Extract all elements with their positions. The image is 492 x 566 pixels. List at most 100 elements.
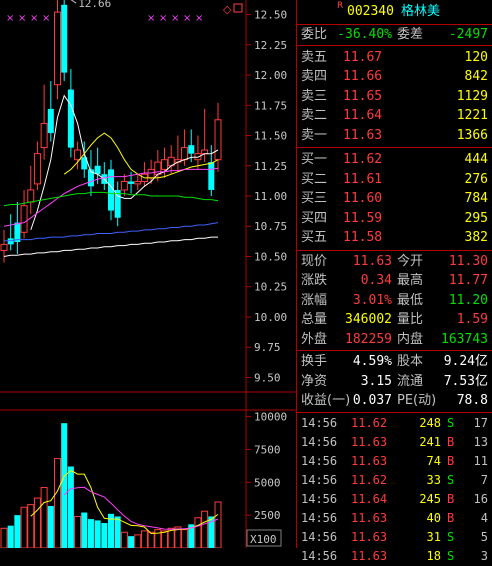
ask-row[interactable]: 卖五 11.67 120 (297, 48, 492, 68)
ask-row[interactable]: 卖一 11.63 1366 (297, 126, 492, 146)
bid-label: 买五 (301, 230, 328, 245)
fund-value: 7.53亿 (443, 373, 488, 389)
bid-row[interactable]: 买三 11.60 784 (297, 189, 492, 209)
fund-value: 0.037 (352, 393, 392, 408)
candle-body (201, 149, 209, 155)
fund-value: 9.24亿 (443, 354, 488, 369)
volume-tick-label: 10000 (254, 411, 287, 424)
square-icon (233, 3, 243, 13)
volume-bar (140, 530, 148, 548)
cross-marker: × (18, 13, 26, 24)
price-tick-label: 11.50 (254, 130, 287, 143)
stat-label: 最高 (397, 273, 424, 288)
ask-book: 卖五 11.67 120 卖四 11.66 842 卖三 11.65 1129 卖二 11.6… (297, 46, 492, 148)
ask-price: 11.63 (343, 127, 383, 143)
cross-marker: × (159, 13, 167, 24)
volume-bar (33, 497, 41, 548)
stat-value: 11.30 (448, 253, 488, 269)
ask-price: 11.66 (343, 69, 383, 84)
bid-label: 买三 (301, 191, 328, 206)
ask-row[interactable]: 卖三 11.65 1129 (297, 87, 492, 107)
bid-price: 11.59 (343, 210, 383, 226)
candle-body (181, 147, 189, 161)
tick-row[interactable]: 14:56 11.63 18 S 3 (297, 547, 492, 566)
tick-side: B (447, 491, 455, 506)
bid-label: 买四 (301, 210, 328, 226)
bid-row[interactable]: 买五 11.58 382 (297, 228, 492, 248)
ask-row[interactable]: 卖二 11.64 1221 (297, 106, 492, 126)
order-ratio-row: 委比 -36.40% 委差 -2497 (297, 25, 492, 46)
kline-chart[interactable]: 12.50 12.25 12.00 11.75 11.50 11.25 11.00 10.75… (0, 0, 296, 548)
stat-label: 今开 (397, 253, 424, 269)
cross-marker: × (42, 13, 50, 24)
candle-body (40, 122, 48, 149)
tick-volume: 40 (426, 510, 441, 525)
price-tick-label: 12.25 (254, 39, 287, 52)
volume-bar (47, 505, 54, 548)
bid-row[interactable]: 买四 11.59 295 (297, 209, 492, 229)
stat-value: 182259 (345, 331, 392, 347)
cross-marker: × (147, 13, 155, 24)
tick-price: 11.63 (351, 510, 388, 525)
tick-row[interactable]: 14:56 11.64 245 B 16 (297, 490, 492, 509)
volume-bar (20, 506, 28, 548)
stat-row: 涨幅 3.01% 最低 11.20 (297, 291, 492, 311)
tick-row[interactable]: 14:56 11.63 31 S 5 (297, 528, 492, 547)
stock-name[interactable]: 格林美 (401, 0, 440, 24)
candle-body (208, 162, 215, 190)
ask-label: 卖四 (301, 69, 328, 84)
price-tick-label: 11.25 (254, 160, 287, 173)
tick-side: S (447, 548, 455, 563)
volume-bar (181, 529, 189, 548)
tick-count: 7 (480, 472, 488, 487)
volume-bar (87, 519, 94, 548)
tick-count: 11 (473, 453, 488, 468)
price-tick-label: 12.50 (254, 9, 287, 22)
price-tick-label: 12.00 (254, 69, 287, 82)
tick-price: 11.63 (351, 548, 388, 563)
stat-value: 11.77 (448, 273, 488, 288)
tick-row[interactable]: 14:56 11.62 248 S 17 (297, 414, 492, 433)
bid-row[interactable]: 买一 11.62 444 (297, 150, 492, 170)
stat-label: 涨跌 (301, 273, 328, 288)
tick-row[interactable]: 14:56 11.63 40 B 4 (297, 509, 492, 528)
cross-marker: × (195, 13, 203, 24)
stat-value: 163743 (441, 331, 488, 347)
volume-bar (128, 536, 135, 548)
stat-value: 1.59 (456, 312, 488, 327)
tick-row[interactable]: 14:56 11.63 241 B 13 (297, 433, 492, 452)
candle-body (188, 145, 195, 154)
candle-body (214, 119, 222, 161)
volume-multiplier-label: X100 (250, 533, 277, 546)
ask-volume: 120 (464, 49, 488, 65)
volume-tick-label: 2500 (254, 509, 281, 522)
fund-label: PE(动) (397, 393, 437, 408)
tick-volume: 248 (419, 415, 441, 430)
price-tick-label: 11.00 (254, 190, 287, 203)
diff-value: -2497 (448, 27, 488, 42)
ask-price: 11.67 (343, 49, 383, 65)
bid-price: 11.58 (343, 230, 383, 245)
bid-price: 11.60 (343, 191, 383, 206)
candle-body (47, 108, 54, 134)
volume-bar (214, 501, 222, 548)
tick-volume: 31 (426, 529, 441, 544)
volume-bar (67, 466, 74, 548)
tick-row[interactable]: 14:56 11.63 74 B 11 (297, 452, 492, 471)
stock-code[interactable]: 002340 (347, 0, 394, 24)
price-tick-label: 9.50 (254, 371, 281, 384)
ma-line-ma120 (3, 236, 218, 257)
ask-row[interactable]: 卖四 11.66 842 (297, 67, 492, 87)
chart-canvas[interactable]: 12.50 12.25 12.00 11.75 11.50 11.25 11.00 10.75… (0, 0, 296, 548)
volume-bar (161, 530, 168, 548)
price-tick-label: 10.25 (254, 281, 287, 294)
tick-row[interactable]: 14:56 11.62 33 S 7 (297, 471, 492, 490)
fund-row: 换手 4.59% 股本 9.24亿 (297, 352, 492, 372)
volume-bar (54, 458, 61, 548)
bid-volume: 784 (464, 191, 488, 206)
tick-list[interactable]: 14:56 11.62 248 S 17 14:56 11.63 241 B 13 14:56 1… (297, 413, 492, 566)
bid-row[interactable]: 买二 11.61 276 (297, 170, 492, 190)
tick-time: 14:56 (301, 453, 338, 468)
ma-line-ma60 (4, 222, 219, 242)
candle-body (67, 89, 74, 148)
